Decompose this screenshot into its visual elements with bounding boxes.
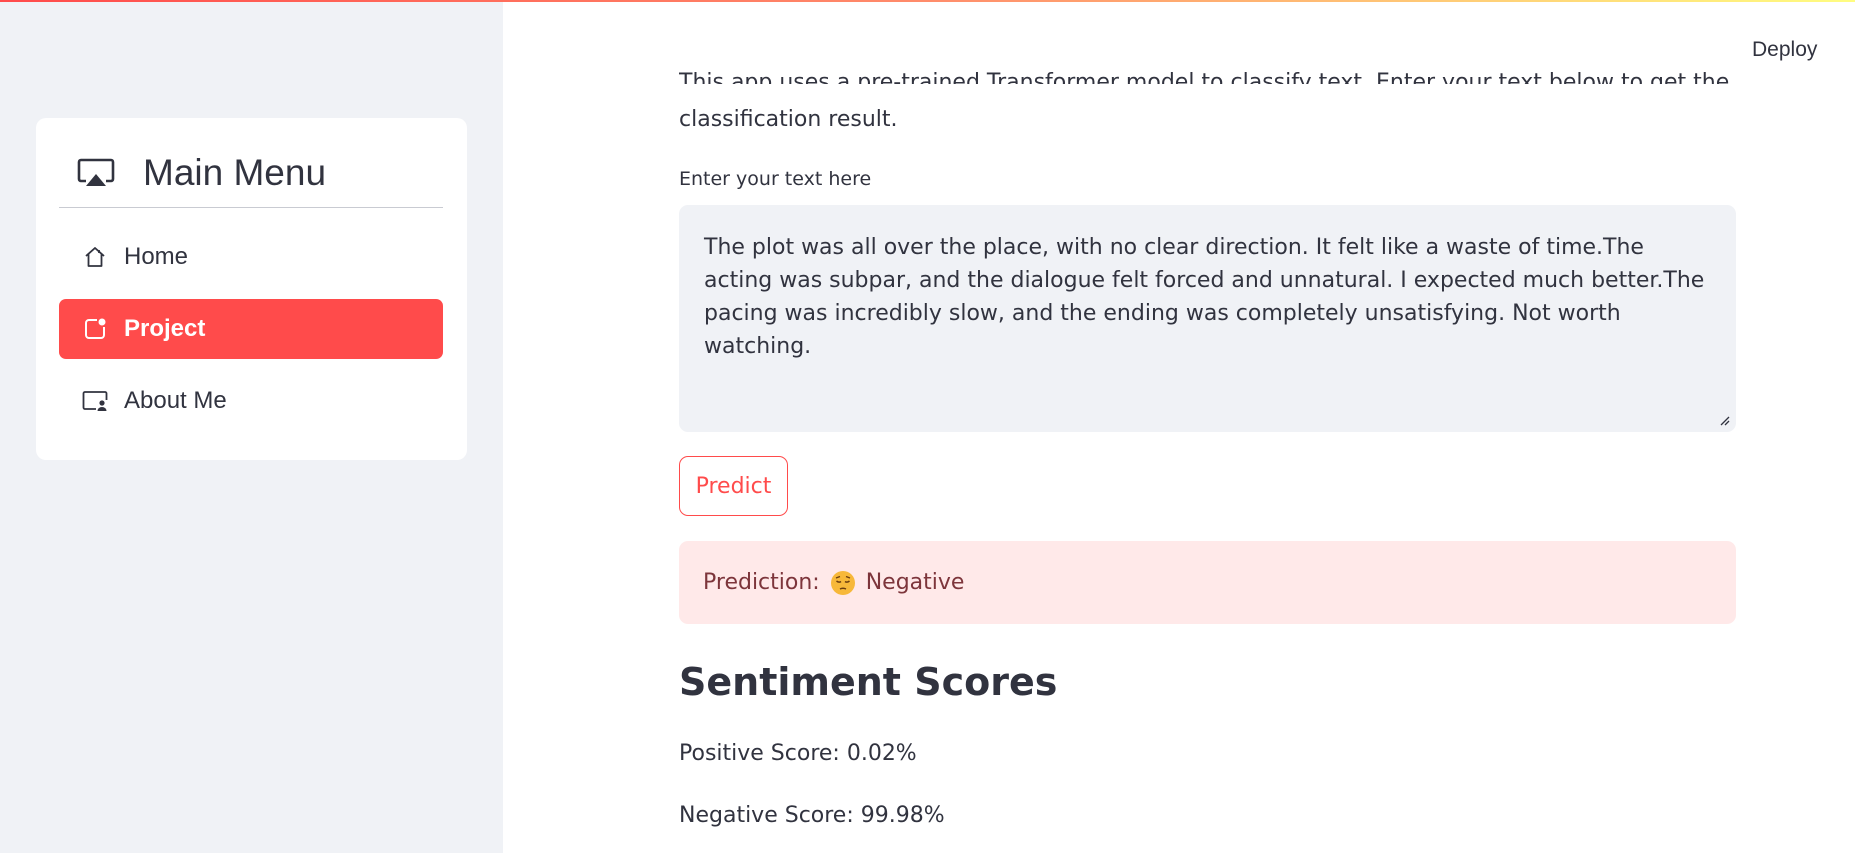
- house-icon: [82, 245, 108, 269]
- sidebar-item-label: About Me: [124, 387, 227, 414]
- menu-title: Main Menu: [143, 152, 327, 193]
- sidebar-item-project[interactable]: Project: [59, 299, 443, 359]
- intro-line: classification result.: [679, 107, 898, 132]
- app-indicator-icon: [82, 317, 108, 341]
- negative-score-text: Negative Score: 99.98%: [679, 803, 945, 828]
- sidebar-item-label: Project: [124, 315, 206, 342]
- airplay-icon: [77, 158, 115, 186]
- top-decoration-bar: [0, 0, 1855, 2]
- positive-score-text: Positive Score: 0.02%: [679, 741, 917, 766]
- text-input-label: Enter your text here: [679, 168, 872, 190]
- text-input-area[interactable]: The plot was all over the place, with no…: [679, 205, 1736, 432]
- predict-button[interactable]: Predict: [679, 456, 788, 516]
- sidebar-item-home[interactable]: Home: [59, 227, 443, 287]
- person-video-icon: [82, 389, 108, 413]
- prediction-prefix: Prediction:: [703, 570, 820, 595]
- sentiment-scores-heading: Sentiment Scores: [679, 660, 1058, 704]
- menu-header-title-row: Main Menu: [77, 152, 326, 194]
- pensive-face-emoji-icon: [830, 570, 855, 595]
- intro-line-clipped: This app uses a pre-trained Transformer …: [679, 70, 1730, 84]
- prediction-value: Negative: [865, 570, 965, 595]
- text-input-value: The plot was all over the place, with no…: [704, 235, 1705, 359]
- sidebar-item-about-me[interactable]: About Me: [59, 371, 443, 431]
- deploy-button[interactable]: Deploy: [1752, 38, 1817, 62]
- sidebar-item-label: Home: [124, 243, 189, 270]
- resize-handle-icon[interactable]: [1718, 414, 1730, 426]
- prediction-alert: Prediction: Negative: [679, 541, 1736, 624]
